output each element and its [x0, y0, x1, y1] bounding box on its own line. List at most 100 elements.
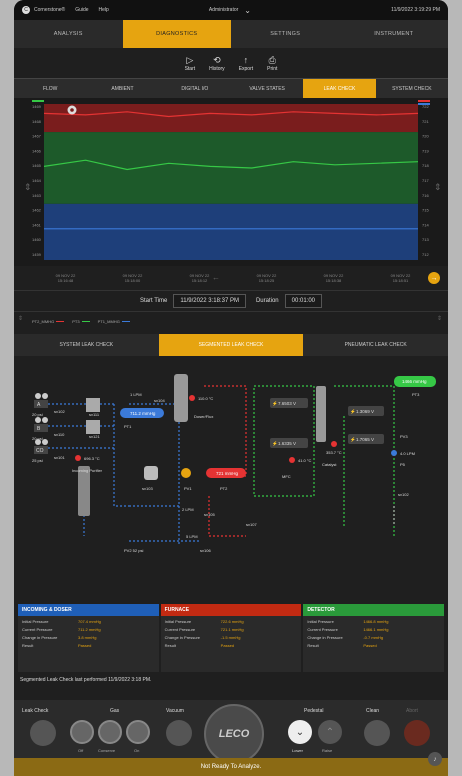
abort-button[interactable]: [404, 720, 430, 746]
right-axis-arrows-icon[interactable]: ⇕: [434, 182, 442, 192]
left-axis-arrows-icon[interactable]: ⇕: [24, 182, 32, 192]
leco-logo-button[interactable]: LECO: [204, 704, 264, 764]
mid-temp: 41.0 °C: [298, 458, 311, 463]
sv-label: sv105: [204, 512, 215, 517]
last-performed-text: Segmented Leak Check last performed 11/9…: [20, 677, 152, 683]
printer-icon: ⎙: [268, 54, 276, 65]
pt3-value: 1466 mmHg: [402, 379, 427, 384]
app-frame: C Cornerstone® Guide Help Administrator …: [14, 0, 448, 776]
legend-swatch: [81, 320, 90, 323]
pv1-indicator: [181, 468, 191, 478]
legend-item[interactable]: PT2_MMHG: [32, 319, 65, 324]
tab-pneumatic-leak-check[interactable]: PNEUMATIC LEAK CHECK: [303, 334, 448, 356]
pt1-label: PT1: [124, 424, 132, 429]
pt3-badge[interactable]: 1466 mmHg: [394, 376, 436, 387]
subtab-valve-states[interactable]: VALVE STATES: [231, 79, 303, 98]
legend-item[interactable]: PT1_MMHG: [98, 319, 130, 324]
sv-label: sv104: [154, 398, 165, 403]
legend-left-arrows-icon[interactable]: ⇕: [18, 315, 23, 322]
pt1-badge[interactable]: 711.2 mmHg: [120, 408, 164, 418]
panel-title: DETECTOR: [303, 604, 445, 616]
legend-swatch: [121, 320, 130, 323]
user-menu[interactable]: Administrator: [209, 7, 238, 13]
export-button[interactable]: ↑ Export: [239, 55, 253, 72]
lower-label: Lower: [292, 748, 303, 753]
chart-next-arrow-icon[interactable]: →: [428, 272, 440, 284]
purifier-temp: 696.3 °C: [84, 456, 100, 461]
legend-right-arrows-icon[interactable]: ⇕: [437, 315, 442, 322]
tab-instrument[interactable]: INSTRUMENT: [340, 20, 449, 48]
right-axis-series-marker-red: [418, 100, 430, 102]
row-key: Current Pressure: [22, 627, 53, 632]
panel-detector: DETECTOR Initial Pressure 1466.8 mmHg Cur…: [303, 604, 445, 672]
gas-valve-co[interactable]: CO 25 psi: [32, 439, 48, 463]
clean-button[interactable]: [364, 720, 390, 746]
row-value: 721.1 mmHg: [220, 627, 244, 632]
flow-diagram: A 20 psi B 20 psi CO 25 psi sv102 sv110 …: [14, 356, 448, 604]
svg-text:1.7065 V: 1.7065 V: [356, 437, 374, 442]
tab-analysis[interactable]: ANALYSIS: [14, 20, 123, 48]
row-key: Result: [307, 643, 319, 648]
legend-item[interactable]: PT3: [72, 319, 90, 324]
row-value: Passed: [78, 643, 92, 648]
mfc-label: MFC: [282, 474, 291, 479]
y-tick-left: 1467: [32, 134, 42, 139]
duration-field[interactable]: 00:01:00: [284, 294, 322, 308]
panel-row: Initial Pressure 722.6 mmHg: [161, 616, 302, 624]
tab-diagnostics[interactable]: DIAGNOSTICS: [122, 20, 231, 48]
flow-label: 1 LPM: [130, 392, 142, 397]
row-key: Current Pressure: [164, 627, 196, 632]
y-tick-left: 1465: [32, 163, 42, 168]
subtab-flow[interactable]: FLOW: [14, 79, 86, 98]
y-tick-right: 721: [422, 119, 429, 124]
export-label: Export: [238, 65, 254, 72]
pt2-badge[interactable]: 721 mmHg: [206, 468, 246, 478]
print-label: Print: [267, 65, 278, 72]
help-link[interactable]: Help: [99, 7, 109, 13]
leak-check-button[interactable]: [30, 720, 56, 746]
pv2-label: PV2 52 psi: [124, 548, 143, 553]
left-axis-series-marker: [32, 100, 44, 102]
gas-label: Gas: [110, 708, 120, 714]
gas-conserve-label: Conserve: [98, 748, 116, 753]
y-tick-right: 720: [422, 134, 429, 139]
x-tick: 09 NOV 22 15:18:38: [323, 273, 344, 283]
subtab-digital-io[interactable]: DIGITAL I/O: [159, 79, 231, 98]
chart-prev-arrow-icon[interactable]: ←: [212, 273, 220, 282]
sv-label: sv102: [398, 492, 409, 497]
pedestal-raise-button[interactable]: ⌃: [318, 720, 342, 744]
row-key: Change in Pressure: [164, 635, 201, 640]
panel-row: Change in Pressure -0.7 mmHg: [303, 632, 444, 640]
start-time-field[interactable]: 11/9/2022 3:18:37 PM: [173, 294, 246, 308]
tab-segmented-leak-check[interactable]: SEGMENTED LEAK CHECK: [158, 334, 304, 356]
pressure-chart[interactable]: 1469 722 1468 721 1467 720 1466 719 1465 718 1464 7…: [14, 98, 448, 266]
row-key: Change in Pressure: [22, 635, 58, 640]
tab-system-leak-check[interactable]: SYSTEM LEAK CHECK: [14, 334, 159, 356]
y-tick-right: 717: [422, 178, 429, 183]
start-button[interactable]: ▷ Start: [185, 55, 196, 72]
sv-label: sv103: [142, 486, 153, 491]
voltage-readout-1: ⚡ 7.6503 V: [270, 398, 308, 408]
brand-label[interactable]: Cornerstone®: [34, 7, 65, 13]
subtab-ambient[interactable]: AMBIENT: [86, 79, 158, 98]
row-key: Initial Pressure: [22, 619, 49, 624]
subtab-system-check[interactable]: SYSTEM CHECK: [376, 79, 448, 98]
gas-off-button[interactable]: [70, 720, 94, 744]
notification-bell-icon[interactable]: ♪: [428, 752, 442, 766]
gas-conserve-button[interactable]: [98, 720, 122, 744]
gas-on-button[interactable]: [126, 720, 150, 744]
gas-valve-a[interactable]: A 20 psi: [32, 393, 48, 417]
history-button[interactable]: ⟲ History: [209, 55, 225, 72]
pedestal-lower-button[interactable]: ⌄: [288, 720, 312, 744]
gas-valve-b[interactable]: B 20 psi: [32, 417, 48, 441]
furnace-temp: 110.0 °C: [198, 396, 213, 401]
subtab-leak-check[interactable]: LEAK CHECK: [303, 79, 376, 98]
tab-settings[interactable]: SETTINGS: [231, 20, 340, 48]
print-button[interactable]: ⎙ Print: [267, 55, 277, 72]
guide-link[interactable]: Guide: [75, 7, 88, 13]
settings-gear-icon[interactable]: [67, 105, 77, 115]
chevron-down-icon[interactable]: ⌄: [244, 6, 251, 15]
vacuum-button[interactable]: [166, 720, 192, 746]
thermometer-icon: [331, 441, 337, 447]
cornerstone-logo-icon: C: [22, 6, 30, 14]
